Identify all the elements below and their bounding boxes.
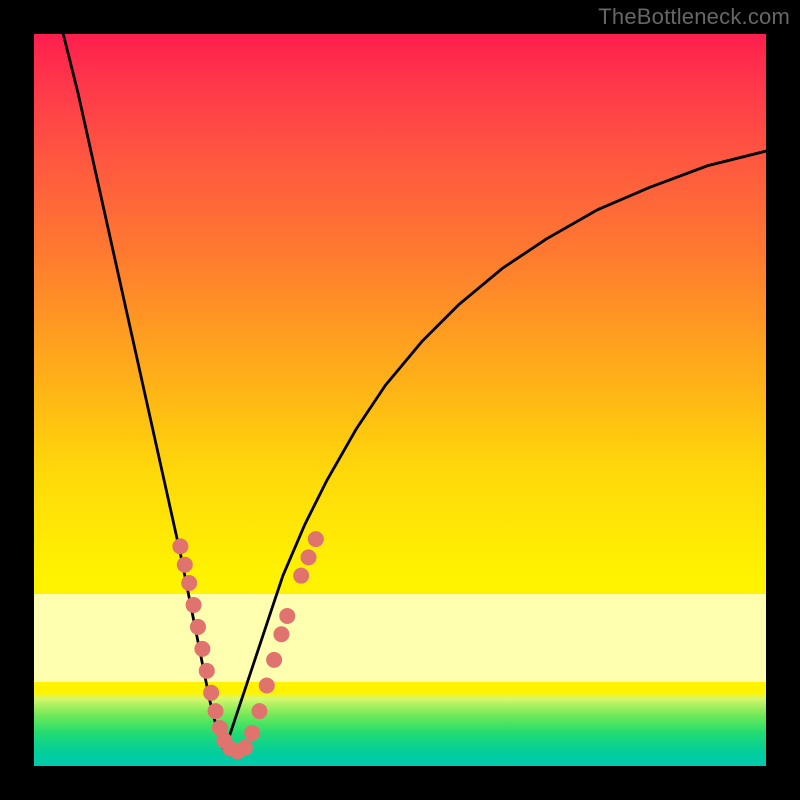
marker-dot bbox=[199, 663, 215, 679]
marker-dot bbox=[251, 703, 267, 719]
marker-dot bbox=[177, 557, 193, 573]
marker-dot bbox=[190, 619, 206, 635]
chart-overlay bbox=[34, 34, 766, 766]
marker-dot bbox=[308, 531, 324, 547]
marker-dot bbox=[172, 538, 188, 554]
marker-dot bbox=[279, 608, 295, 624]
marker-dot bbox=[259, 677, 275, 693]
marker-dot bbox=[301, 549, 317, 565]
chart-frame: TheBottleneck.com bbox=[0, 0, 800, 800]
marker-dot bbox=[244, 725, 260, 741]
marker-dot bbox=[237, 740, 253, 756]
right-curve-path bbox=[224, 151, 766, 751]
marker-dot bbox=[194, 641, 210, 657]
marker-dot bbox=[273, 626, 289, 642]
marker-dot bbox=[203, 685, 219, 701]
marker-dot bbox=[186, 597, 202, 613]
marker-dots bbox=[172, 531, 323, 759]
marker-dot bbox=[208, 703, 224, 719]
marker-dot bbox=[293, 568, 309, 584]
plot-area bbox=[34, 34, 766, 766]
marker-dot bbox=[266, 652, 282, 668]
marker-dot bbox=[181, 575, 197, 591]
watermark-text: TheBottleneck.com bbox=[598, 4, 790, 30]
